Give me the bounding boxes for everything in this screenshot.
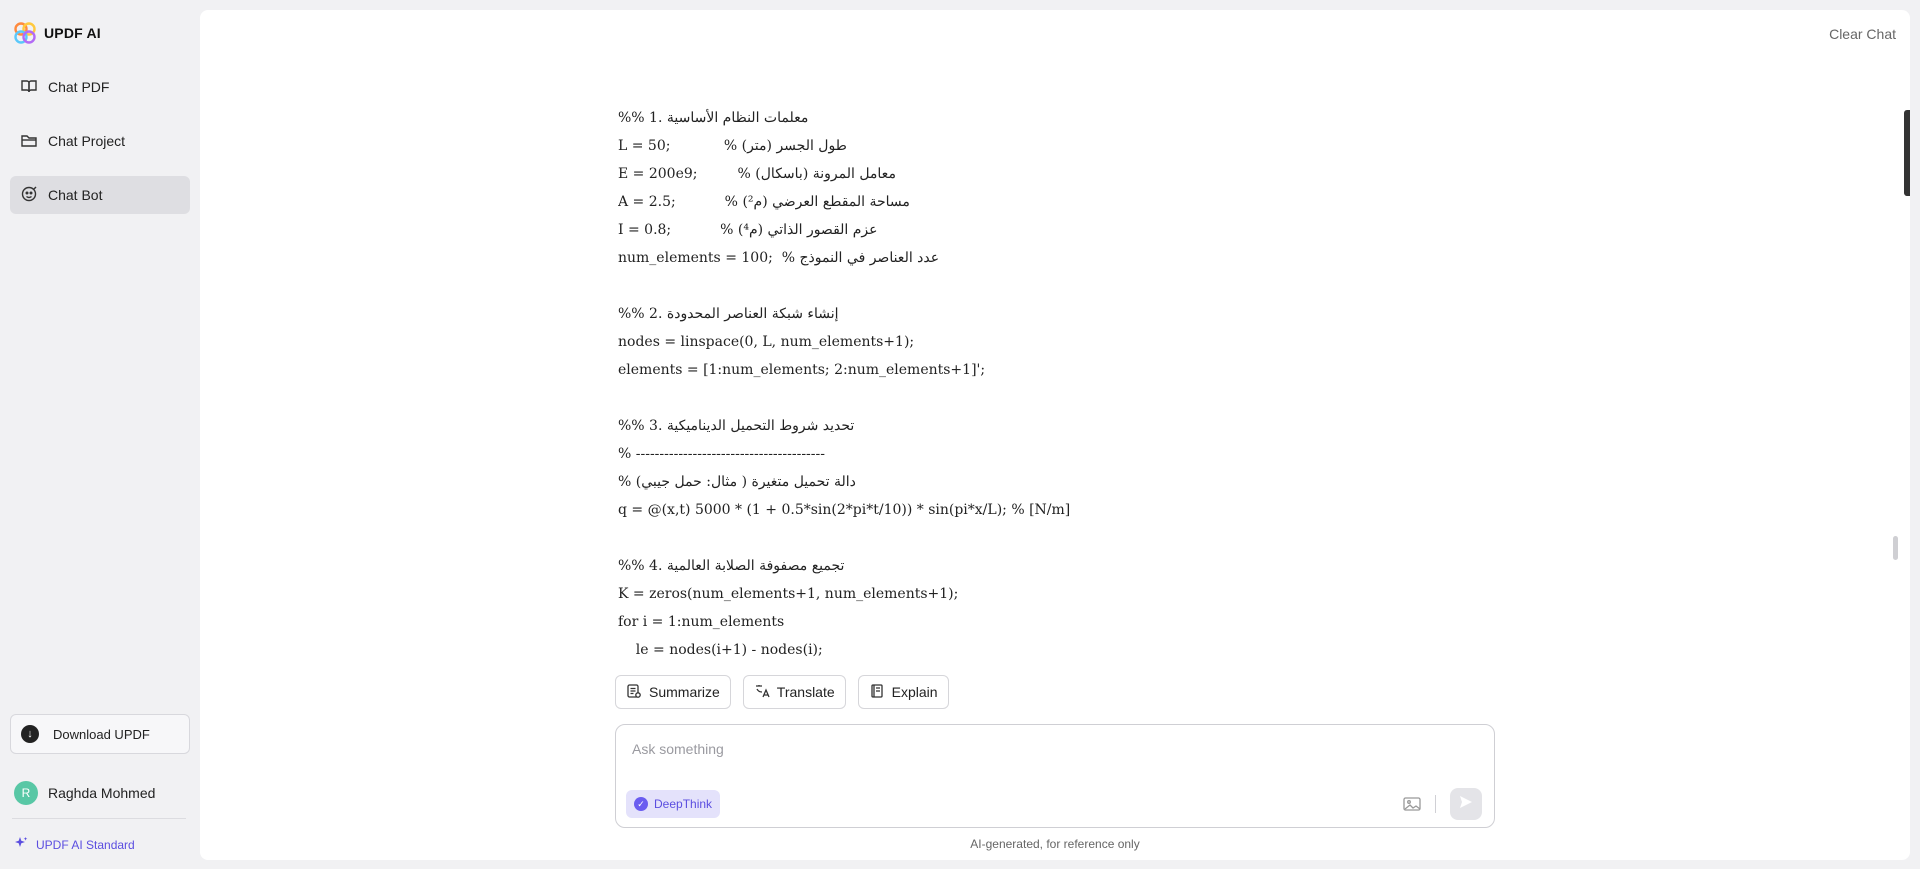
updf-logo-icon — [14, 22, 36, 44]
summarize-icon — [626, 683, 642, 702]
code-line: nodes = linspace(0, L, num_elements+1); — [618, 334, 915, 350]
code-line: L = 50; % طول الجسر (متر) — [618, 138, 847, 154]
ai-disclaimer: AI-generated, for reference only — [970, 837, 1140, 851]
quick-actions: Summarize Translate Explain — [615, 675, 949, 709]
chat-panel: Clear Chat %% 1. معلمات النظام الأساسية L… — [200, 10, 1910, 860]
sidebar-item-chat-bot[interactable]: Chat Bot — [10, 176, 190, 214]
user-name: Raghda Mohmed — [48, 785, 156, 801]
avatar: R — [14, 781, 38, 805]
ask-input[interactable] — [632, 737, 1472, 761]
code-line: % --------------------------------------… — [618, 446, 825, 462]
chat-input-box: ✓ DeepThink — [615, 724, 1495, 828]
explain-label: Explain — [891, 684, 938, 700]
deepthink-label: DeepThink — [654, 797, 713, 811]
explain-icon — [869, 683, 885, 702]
code-line: K = zeros(num_elements+1, num_elements+1… — [618, 586, 959, 602]
code-line: % دالة تحميل متغيرة ( مثال: حمل جيبي) — [618, 474, 856, 490]
code-message: %% 1. معلمات النظام الأساسية L = 50; % طو… — [618, 104, 1378, 674]
sidebar-item-chat-pdf[interactable]: Chat PDF — [10, 68, 190, 106]
sidebar-item-label: Chat PDF — [48, 79, 110, 95]
plan-link[interactable]: UPDF AI Standard — [14, 836, 135, 853]
download-icon: ↓ — [21, 725, 39, 743]
deepthink-toggle[interactable]: ✓ DeepThink — [626, 790, 721, 818]
send-button[interactable] — [1450, 788, 1482, 820]
divider — [1435, 795, 1436, 813]
page-scrollbar[interactable] — [1904, 110, 1910, 196]
code-line: %% 3. تحديد شروط التحميل الديناميكية — [618, 418, 855, 434]
brand[interactable]: UPDF AI — [14, 22, 101, 44]
code-line: q = @(x,t) 5000 * (1 + 0.5*sin(2*pi*t/10… — [618, 502, 1071, 518]
code-line: %% 1. معلمات النظام الأساسية — [618, 110, 809, 126]
code-line: num_elements = 100; % عدد العناصر في الن… — [618, 250, 940, 266]
clear-chat-button[interactable]: Clear Chat — [1829, 26, 1896, 42]
book-icon — [20, 77, 38, 98]
sidebar: UPDF AI Chat PDF Chat Project Chat Bot ↓… — [0, 0, 200, 869]
translate-icon — [754, 683, 770, 702]
download-updf-button[interactable]: ↓ Download UPDF — [10, 714, 190, 754]
scrollbar-thumb[interactable] — [1893, 536, 1898, 560]
folder-icon — [20, 131, 38, 152]
plan-label: UPDF AI Standard — [36, 837, 135, 852]
sidebar-item-label: Chat Project — [48, 133, 126, 149]
image-upload-icon[interactable] — [1402, 794, 1422, 814]
translate-button[interactable]: Translate — [742, 675, 846, 709]
code-line: %% 2. إنشاء شبكة العناصر المحدودة — [618, 306, 839, 322]
check-icon: ✓ — [634, 797, 648, 811]
user-profile[interactable]: R Raghda Mohmed — [14, 781, 155, 805]
sidebar-item-label: Chat Bot — [48, 187, 103, 203]
code-line: for i = 1:num_elements — [618, 614, 785, 630]
send-icon — [1458, 794, 1474, 815]
translate-label: Translate — [776, 684, 835, 700]
code-line: A = 2.5; % مساحة المقطع العرضي (م²) — [618, 194, 910, 210]
sparkle-icon — [14, 836, 28, 853]
divider — [12, 818, 186, 819]
code-line: I = 0.8; % عزم القصور الذاتي (م⁴) — [618, 222, 878, 238]
bot-icon — [20, 185, 38, 206]
code-line: le = nodes(i+1) - nodes(i); — [618, 642, 823, 658]
explain-button[interactable]: Explain — [857, 675, 949, 709]
summarize-label: Summarize — [649, 684, 720, 700]
summarize-button[interactable]: Summarize — [615, 675, 731, 709]
code-line: E = 200e9; % معامل المرونة (باسكال) — [618, 166, 896, 182]
brand-name: UPDF AI — [44, 25, 101, 41]
code-line: elements = [1:num_elements; 2:num_elemen… — [618, 362, 986, 378]
download-label: Download UPDF — [53, 726, 150, 742]
code-line: %% 4. تجميع مصفوفة الصلابة العالمية — [618, 558, 845, 574]
sidebar-item-chat-project[interactable]: Chat Project — [10, 122, 190, 160]
